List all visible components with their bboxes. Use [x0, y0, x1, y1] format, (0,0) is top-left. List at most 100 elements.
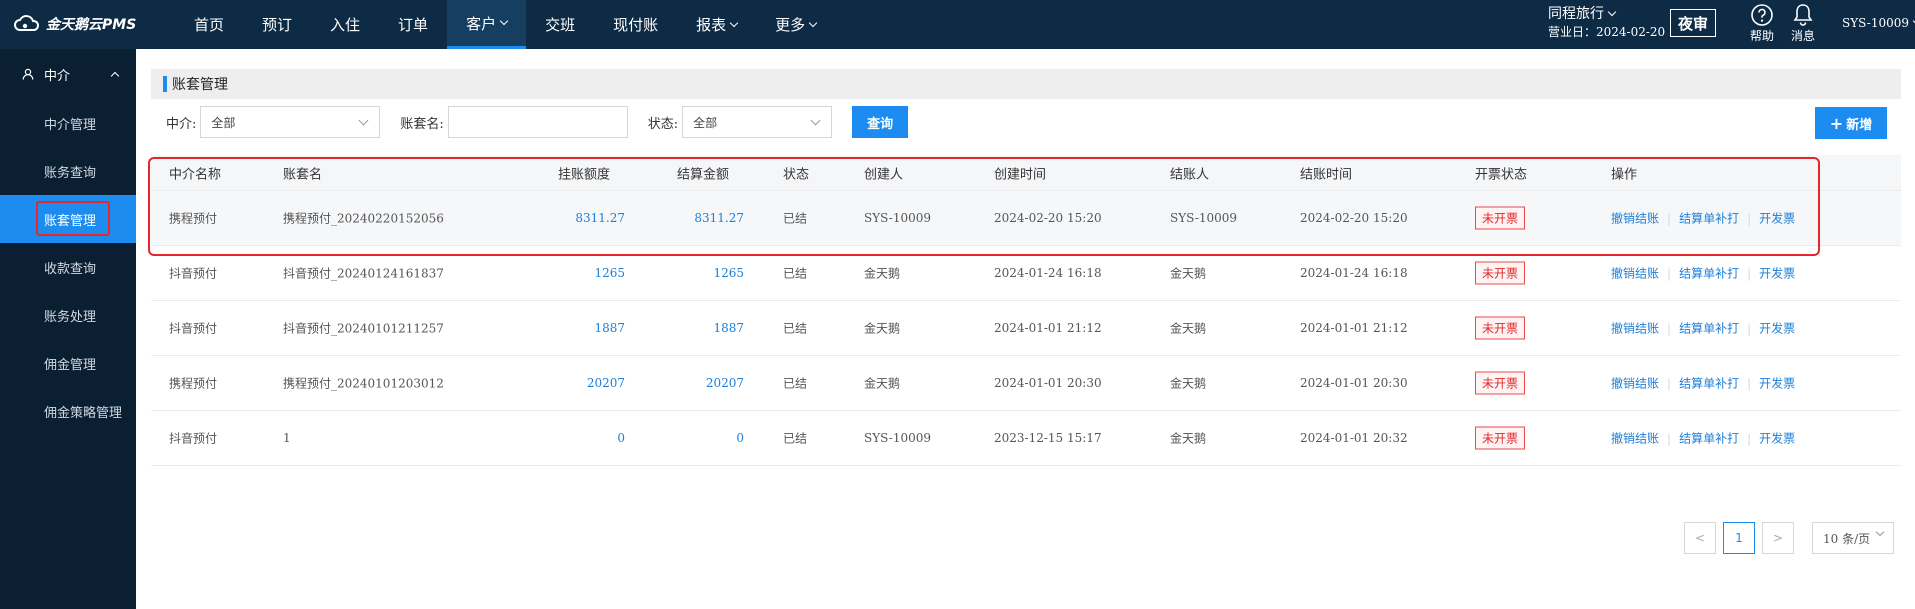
nav-item-7[interactable]: 报表: [677, 0, 756, 49]
filter-bar: 中介: 全部 账套名: 状态: 全部 查询: [166, 106, 909, 138]
hotel-switcher[interactable]: 同程旅行 营业日：2024-02-20: [1548, 5, 1665, 41]
action-separator: |: [1667, 211, 1672, 226]
action-separator: |: [1747, 321, 1752, 336]
cell-credit-link[interactable]: 1265: [594, 266, 625, 280]
action-separator: |: [1667, 321, 1672, 336]
cell-closer: 金天鹅: [1170, 266, 1207, 281]
top-navbar: 金天鹅云PMS 首页 预订 入住 订单 客户 交班 现付账 报表 更多 同程旅行 营业日：202…: [0, 0, 1915, 49]
sidebar-item-1[interactable]: 账务查询: [0, 147, 136, 195]
cell-settle-link[interactable]: 1265: [713, 266, 744, 280]
cell-credit-link[interactable]: 8311.27: [575, 211, 625, 225]
issue-invoice-link[interactable]: 开发票: [1759, 432, 1795, 446]
nav-item-2[interactable]: 入住: [311, 0, 379, 49]
cloud-logo-icon: [14, 15, 40, 31]
column-header-1[interactable]: 账套名: [283, 163, 322, 182]
chevron-down-icon: [1607, 7, 1617, 17]
column-header-5[interactable]: 创建人: [864, 163, 903, 182]
revoke-settlement-link[interactable]: 撤销结账: [1611, 322, 1659, 336]
column-header-7[interactable]: 结账人: [1170, 163, 1209, 182]
bell-icon: [1793, 4, 1813, 26]
reprint-statement-link[interactable]: 结算单补打: [1679, 212, 1739, 226]
sidebar-item-0[interactable]: 中介管理: [0, 99, 136, 147]
cell-closer: 金天鹅: [1170, 321, 1207, 336]
hotel-name: 同程旅行: [1548, 6, 1604, 22]
column-header-3[interactable]: 结算金额: [677, 163, 729, 182]
nav-item-1[interactable]: 预订: [243, 0, 311, 49]
column-header-6[interactable]: 创建时间: [994, 163, 1046, 182]
issue-invoice-link[interactable]: 开发票: [1759, 267, 1795, 281]
column-header-4[interactable]: 状态: [783, 163, 809, 182]
agent-select-value: 全部: [211, 115, 236, 130]
cell-settle-link[interactable]: 1887: [713, 321, 744, 335]
nav-item-8[interactable]: 更多: [756, 0, 835, 49]
user-menu[interactable]: SYS-10009: [1842, 16, 1915, 30]
reprint-statement-link[interactable]: 结算单补打: [1679, 322, 1739, 336]
sidebar-item-2[interactable]: 账套管理: [0, 195, 136, 243]
sidebar-item-5[interactable]: 佣金管理: [0, 339, 136, 387]
pagination-prev-button[interactable]: <: [1684, 522, 1716, 554]
cell-agent: 携程预付: [169, 211, 218, 226]
nav-item-label: 预订: [262, 16, 293, 34]
reprint-statement-link[interactable]: 结算单补打: [1679, 267, 1739, 281]
sidebar-group-agent[interactable]: 中介: [0, 49, 136, 99]
nav-item-3[interactable]: 订单: [379, 0, 447, 49]
sidebar-item-6[interactable]: 佣金策略管理: [0, 387, 136, 435]
chevron-down-icon: [1875, 527, 1885, 537]
nav-item-label: 订单: [398, 16, 429, 34]
nav-item-4[interactable]: 客户: [447, 0, 527, 49]
cell-account-set: 1: [283, 431, 291, 445]
add-button[interactable]: + 新增: [1815, 107, 1887, 139]
revoke-settlement-link[interactable]: 撤销结账: [1611, 377, 1659, 391]
night-audit-button[interactable]: 夜审: [1670, 9, 1716, 37]
cell-settle-link[interactable]: 8311.27: [694, 211, 744, 225]
cell-settle-link[interactable]: 0: [736, 431, 744, 445]
action-separator: |: [1667, 431, 1672, 446]
column-header-10[interactable]: 操作: [1611, 163, 1637, 182]
nav-item-5[interactable]: 交班: [526, 0, 594, 49]
agent-select[interactable]: 全部: [200, 106, 381, 138]
column-header-8[interactable]: 结账时间: [1300, 163, 1352, 182]
issue-invoice-link[interactable]: 开发票: [1759, 212, 1795, 226]
row-actions: 撤销结账 | 结算单补打 | 开发票: [1611, 210, 1795, 227]
help-label: 帮助: [1749, 29, 1774, 43]
cell-closed-time: 2024-01-24 16:18: [1300, 266, 1408, 280]
cell-status: 已结: [783, 321, 808, 336]
help-button[interactable]: 帮助: [1745, 3, 1779, 44]
reprint-statement-link[interactable]: 结算单补打: [1679, 377, 1739, 391]
cell-credit-link[interactable]: 0: [617, 431, 625, 445]
cell-closer: 金天鹅: [1170, 376, 1207, 391]
account-set-input[interactable]: [447, 106, 628, 138]
sidebar-item-4[interactable]: 账务处理: [0, 291, 136, 339]
cell-created-time: 2024-02-20 15:20: [994, 211, 1102, 225]
cell-closed-time: 2024-01-01 20:30: [1300, 376, 1408, 390]
issue-invoice-link[interactable]: 开发票: [1759, 322, 1795, 336]
pagination-next-button[interactable]: >: [1762, 522, 1794, 554]
column-header-0[interactable]: 中介名称: [169, 163, 221, 182]
issue-invoice-link[interactable]: 开发票: [1759, 377, 1795, 391]
revoke-settlement-link[interactable]: 撤销结账: [1611, 267, 1659, 281]
app-logo[interactable]: 金天鹅云PMS: [12, 13, 136, 35]
status-select[interactable]: 全部: [682, 106, 833, 138]
cell-closed-time: 2024-01-01 20:32: [1300, 431, 1408, 445]
invoice-status-badge: 未开票: [1475, 426, 1526, 450]
cell-credit-link[interactable]: 20207: [587, 376, 625, 390]
cell-settle-link[interactable]: 20207: [706, 376, 744, 390]
cell-agent: 抖音预付: [169, 321, 218, 336]
revoke-settlement-link[interactable]: 撤销结账: [1611, 212, 1659, 226]
sidebar-item-3[interactable]: 收款查询: [0, 243, 136, 291]
message-button[interactable]: 消息: [1786, 3, 1820, 44]
query-button[interactable]: 查询: [852, 106, 909, 138]
page-header: 账套管理: [151, 69, 1901, 99]
main-nav: 首页 预订 入住 订单 客户 交班 现付账 报表 更多: [175, 0, 835, 49]
table-row: 抖音预付 抖音预付_20240124161837 1265 1265 已结 金天鹅 2024…: [151, 246, 1901, 301]
reprint-statement-link[interactable]: 结算单补打: [1679, 432, 1739, 446]
revoke-settlement-link[interactable]: 撤销结账: [1611, 432, 1659, 446]
nav-item-0[interactable]: 首页: [175, 0, 243, 49]
nav-item-6[interactable]: 现付账: [594, 0, 677, 49]
sidebar: 中介 中介管理 账务查询 账套管理 收款查询 账务处理 佣金管理 佣金策略管理: [0, 49, 136, 609]
column-header-9[interactable]: 开票状态: [1475, 163, 1527, 182]
column-header-2[interactable]: 挂账额度: [558, 163, 610, 182]
page-size-select[interactable]: 10 条/页: [1812, 522, 1894, 554]
cell-credit-link[interactable]: 1887: [594, 321, 625, 335]
pagination-page-1[interactable]: 1: [1723, 522, 1755, 554]
